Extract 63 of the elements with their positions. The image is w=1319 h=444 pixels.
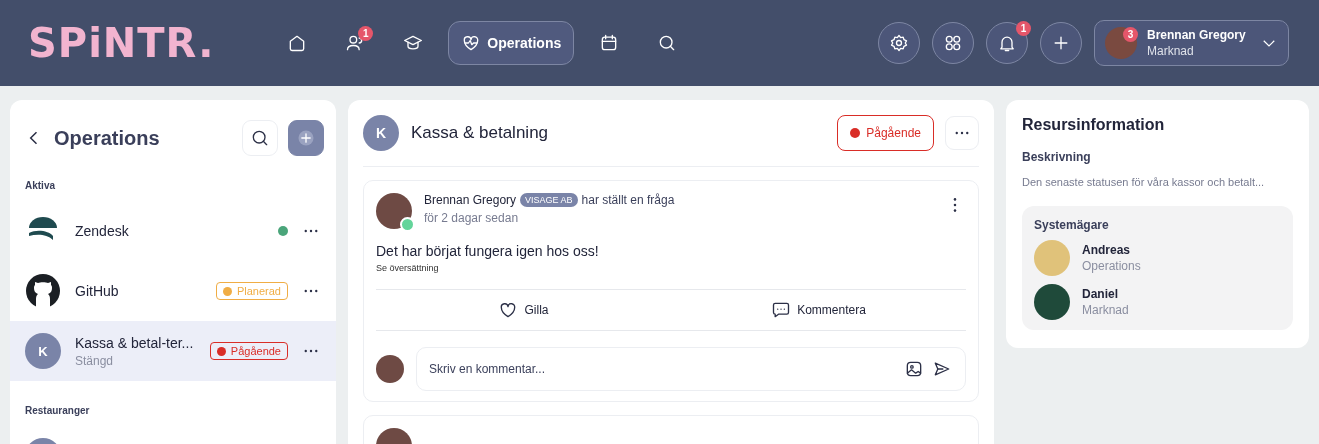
grid-icon [943,33,963,53]
owner-name: Daniel [1082,287,1119,301]
feed-title: Kassa & betalning [411,123,550,143]
sidebar-item[interactable]: GitHub Planerad [10,261,336,321]
sidebar-item[interactable]: K Kassa & betal-ter... Stängd Pågående [10,321,336,381]
item-name: Zendesk [75,223,130,239]
author-name[interactable]: Brennan Gregory [424,193,517,207]
translate-link[interactable]: Se översättning [376,263,966,273]
company-tag: VISAGE AB [520,193,578,207]
status-button[interactable]: Pågående [837,115,934,151]
owner-department: Marknad [1082,303,1129,317]
comment-input[interactable]: Skriv en kommentar... [416,347,966,391]
owner-name: Andreas [1082,243,1132,257]
sidebar-title: Operations [54,126,161,150]
post-action-text: har ställt en fråga [581,193,675,207]
search-button[interactable] [242,120,278,156]
like-button[interactable]: Gilla [376,290,671,330]
post-time: för 2 dagar sedan [424,211,520,225]
plus-icon [296,128,316,148]
user-menu[interactable]: 3 Brennan Gregory Marknad [1094,20,1289,66]
owners-title: Systemägare [1034,218,1110,232]
image-icon[interactable] [904,359,924,379]
item-status-text: Stängd [75,353,115,368]
section-label: Restauranger [24,404,91,418]
letter-avatar: K [25,333,61,369]
user-department: Marknad [1147,43,1195,59]
status-tag: Pågående [209,342,288,360]
status-tag: Planerad [215,282,288,300]
settings-icon [889,33,909,53]
notification-badge: 1 [358,26,374,41]
notification-badge: 3 [1123,27,1138,42]
more-icon[interactable] [302,348,320,354]
owner-department: Operations [1082,259,1141,273]
speech-bubble-icon [771,300,792,320]
description-text: Den senaste statusen för våra kassor och betalt... [1022,176,1266,188]
more-icon [953,130,971,136]
more-icon[interactable] [302,288,320,294]
comment-button[interactable]: Kommentera [671,290,966,330]
header-action-button[interactable] [932,22,974,64]
section-label: Aktiva [24,179,56,193]
nav-tab[interactable]: Operations [448,21,575,65]
avatar-placeholder [376,355,404,383]
avatar-placeholder [376,193,412,229]
nav-tab[interactable]: 1 [332,21,379,65]
header-action-button[interactable]: 1 [986,22,1028,64]
resource-title: Resursinformation [1022,116,1166,134]
user-name: Brennan Gregory [1147,27,1246,43]
description-label: Beskrivning [1022,150,1092,164]
more-icon[interactable] [302,228,320,234]
post-text: Det har börjat fungera igen hos oss! [376,243,600,259]
sidebar-item[interactable]: Zendesk [10,201,336,261]
header-action-button[interactable] [878,22,920,64]
more-vertical-icon[interactable] [952,197,958,213]
header-action-button[interactable] [1040,22,1082,64]
avatar-placeholder [1105,27,1137,59]
notification-badge: 1 [1016,21,1031,36]
letter-avatar: K [363,115,399,151]
logo[interactable]: SPiNTR. [28,20,215,66]
item-name: Kassa & betal-ter... [75,334,195,351]
search-icon [250,128,270,148]
github-logo-icon [25,273,61,309]
add-button[interactable] [288,120,324,156]
item-name: GitHub [75,283,120,299]
